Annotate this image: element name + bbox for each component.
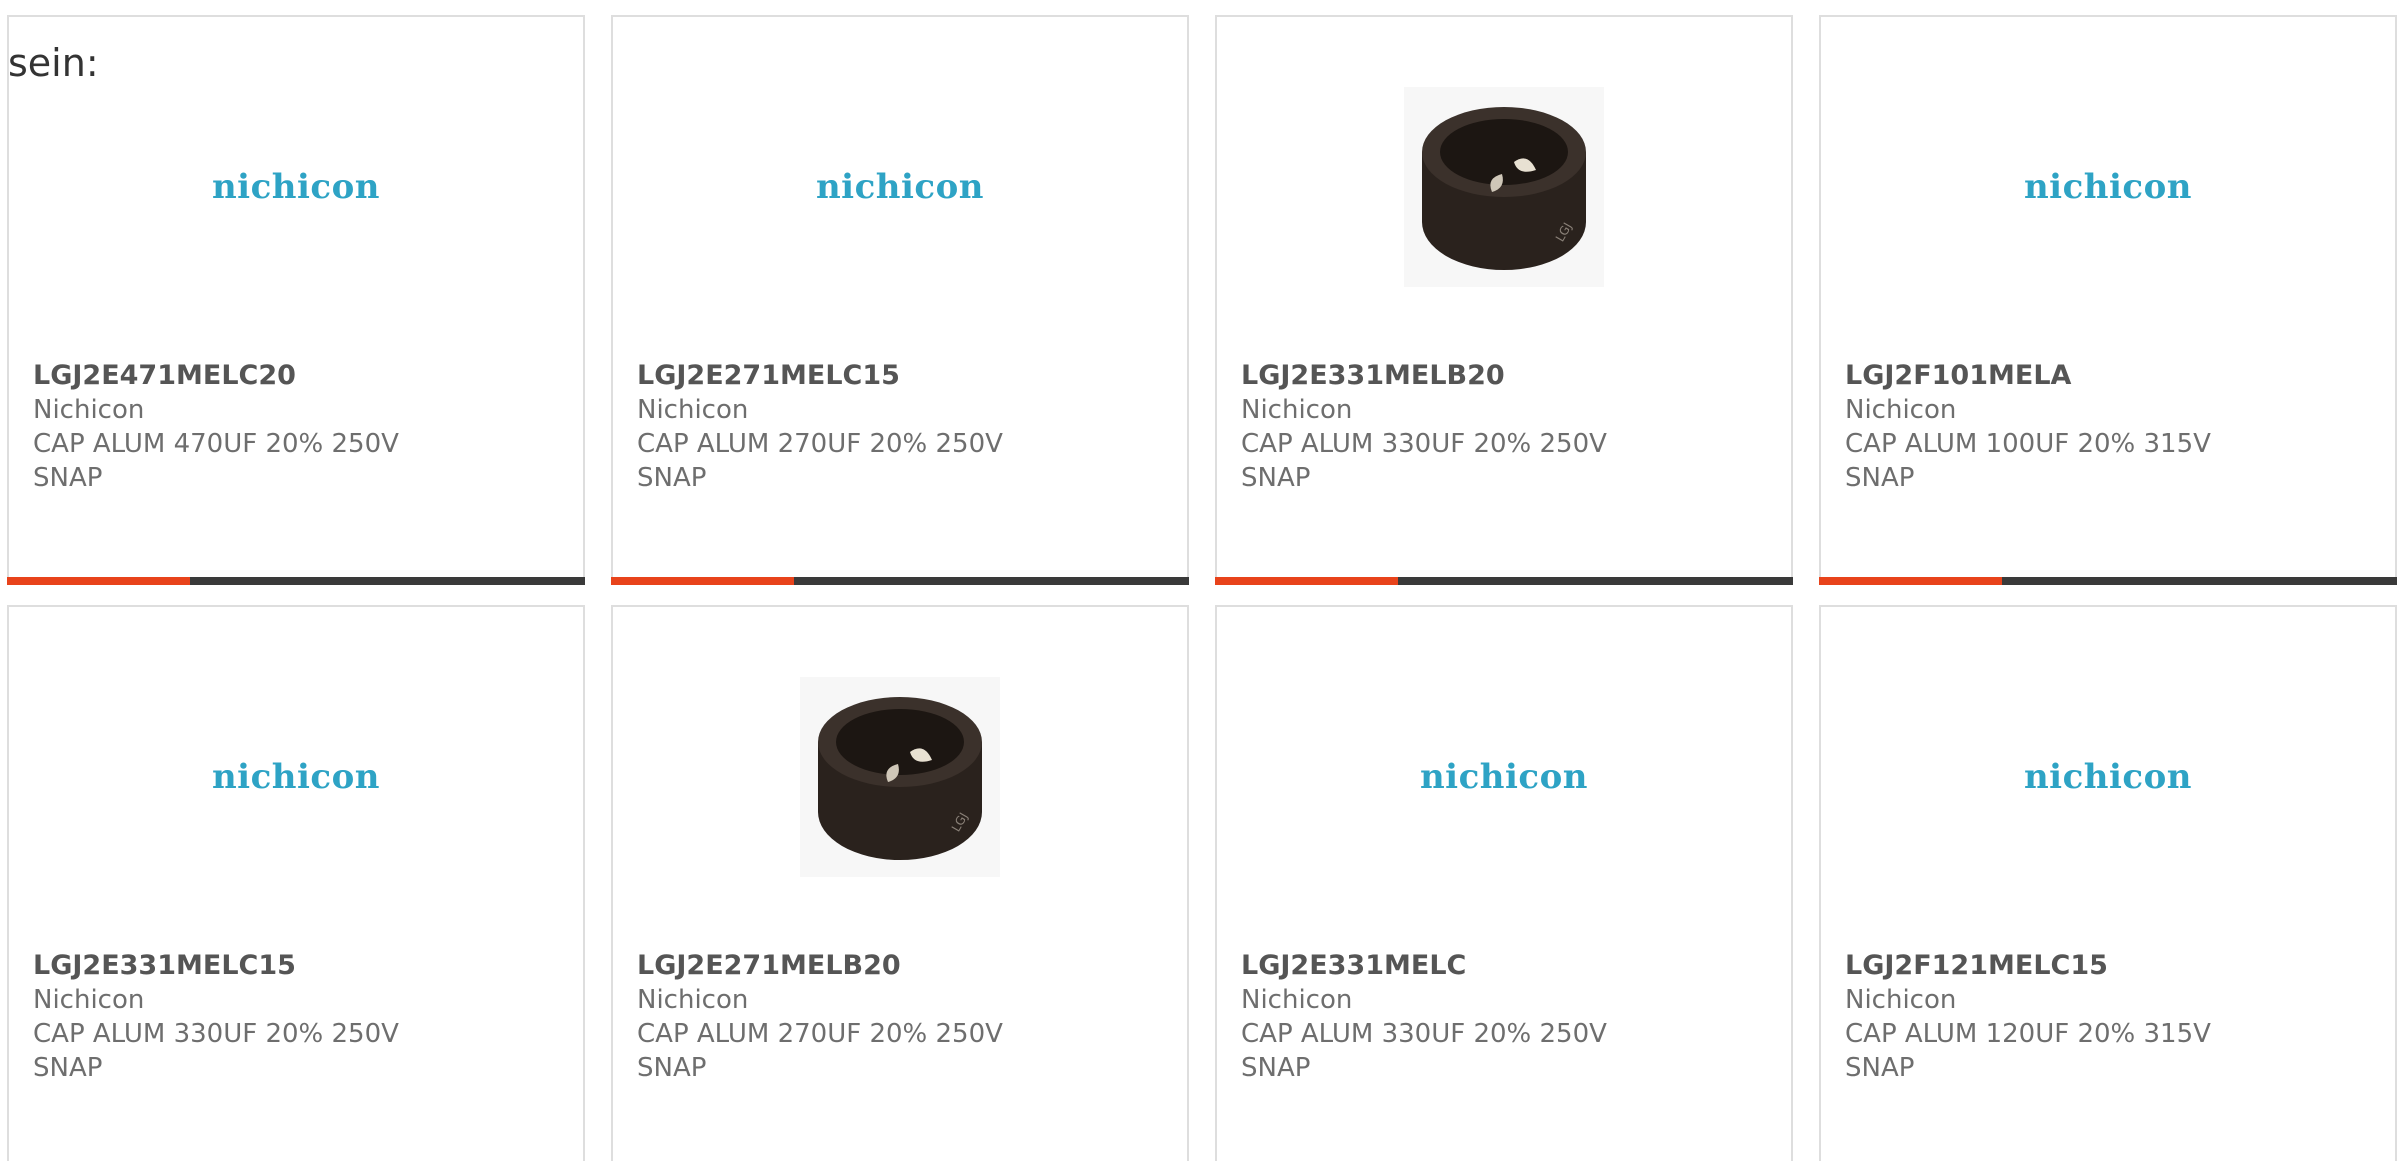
product-card[interactable]: nichicon LGJ2E471MELC20 Nichicon CAP ALU… (7, 15, 585, 585)
product-card[interactable]: nichicon LGJ2F121MELC15 Nichicon CAP ALU… (1819, 605, 2397, 1161)
product-card[interactable]: nichicon LGJ2E331MELC Nichicon CAP ALUM … (1215, 605, 1793, 1161)
capacitor-photo: LGJ (1404, 87, 1604, 287)
product-grid: nichicon LGJ2E471MELC20 Nichicon CAP ALU… (0, 0, 2400, 1161)
part-number-link[interactable]: LGJ2E271MELB20 (637, 949, 1157, 983)
product-info: LGJ2E331MELC Nichicon CAP ALUM 330UF 20%… (1241, 949, 1761, 1085)
product-info: LGJ2E271MELC15 Nichicon CAP ALUM 270UF 2… (637, 359, 1157, 495)
package: SNAP (637, 463, 707, 493)
product-info: LGJ2F121MELC15 Nichicon CAP ALUM 120UF 2… (1845, 949, 2365, 1085)
product-image-area[interactable]: LGJ (613, 667, 1187, 887)
product-card[interactable]: LGJ LGJ2E271MELB20 Nichicon CAP ALUM 270… (611, 605, 1189, 1161)
product-info: LGJ2E471MELC20 Nichicon CAP ALUM 470UF 2… (33, 359, 553, 495)
package: SNAP (33, 1053, 103, 1083)
product-image-area[interactable]: nichicon (9, 77, 583, 297)
nichicon-logo: nichicon (815, 167, 985, 207)
manufacturer: Nichicon (33, 985, 145, 1015)
product-card[interactable]: nichicon LGJ2E271MELC15 Nichicon CAP ALU… (611, 15, 1189, 585)
manufacturer: Nichicon (1241, 985, 1353, 1015)
card-accent-bar (611, 577, 794, 585)
description: CAP ALUM 330UF 20% 250V (1241, 429, 1607, 459)
nichicon-logo: nichicon (1419, 757, 1589, 797)
package: SNAP (637, 1053, 707, 1083)
card-bottom-bar (1819, 577, 2397, 585)
card-accent-bar (1819, 577, 2002, 585)
manufacturer: Nichicon (33, 395, 145, 425)
description: CAP ALUM 120UF 20% 315V (1845, 1019, 2211, 1049)
manufacturer: Nichicon (1845, 985, 1957, 1015)
description: CAP ALUM 100UF 20% 315V (1845, 429, 2211, 459)
manufacturer: Nichicon (637, 395, 749, 425)
description: CAP ALUM 330UF 20% 250V (33, 1019, 399, 1049)
card-bottom-bar (611, 577, 1189, 585)
part-number-link[interactable]: LGJ2E331MELB20 (1241, 359, 1761, 393)
product-card[interactable]: nichicon LGJ2E331MELC15 Nichicon CAP ALU… (7, 605, 585, 1161)
part-number-link[interactable]: LGJ2F101MELA (1845, 359, 2365, 393)
nichicon-logo: nichicon (211, 167, 381, 207)
part-number-link[interactable]: LGJ2E331MELC15 (33, 949, 553, 983)
part-number-link[interactable]: LGJ2E271MELC15 (637, 359, 1157, 393)
package: SNAP (1845, 463, 1915, 493)
package: SNAP (1845, 1053, 1915, 1083)
package: SNAP (1241, 1053, 1311, 1083)
part-number-link[interactable]: LGJ2E331MELC (1241, 949, 1761, 983)
product-image-area[interactable]: nichicon (1821, 667, 2395, 887)
lead-text: sein: (8, 41, 99, 85)
capacitor-photo: LGJ (800, 677, 1000, 877)
description: CAP ALUM 270UF 20% 250V (637, 1019, 1003, 1049)
product-info: LGJ2E331MELB20 Nichicon CAP ALUM 330UF 2… (1241, 359, 1761, 495)
manufacturer: Nichicon (1241, 395, 1353, 425)
card-bottom-bar (1215, 577, 1793, 585)
product-info: LGJ2E331MELC15 Nichicon CAP ALUM 330UF 2… (33, 949, 553, 1085)
product-image-area[interactable]: nichicon (1821, 77, 2395, 297)
card-accent-bar (7, 577, 190, 585)
product-card[interactable]: LGJ LGJ2E331MELB20 Nichicon CAP ALUM 330… (1215, 15, 1793, 585)
package: SNAP (1241, 463, 1311, 493)
product-card[interactable]: nichicon LGJ2F101MELA Nichicon CAP ALUM … (1819, 15, 2397, 585)
part-number-link[interactable]: LGJ2F121MELC15 (1845, 949, 2365, 983)
nichicon-logo: nichicon (2023, 167, 2193, 207)
product-image-area[interactable]: nichicon (613, 77, 1187, 297)
nichicon-logo: nichicon (211, 757, 381, 797)
card-accent-bar (1215, 577, 1398, 585)
package: SNAP (33, 463, 103, 493)
product-image-area[interactable]: LGJ (1217, 77, 1791, 297)
description: CAP ALUM 330UF 20% 250V (1241, 1019, 1607, 1049)
page: sein: nichicon LGJ2E471MELC20 Nichicon C… (0, 0, 2400, 1161)
product-image-area[interactable]: nichicon (9, 667, 583, 887)
manufacturer: Nichicon (1845, 395, 1957, 425)
description: CAP ALUM 270UF 20% 250V (637, 429, 1003, 459)
description: CAP ALUM 470UF 20% 250V (33, 429, 399, 459)
product-info: LGJ2F101MELA Nichicon CAP ALUM 100UF 20%… (1845, 359, 2365, 495)
product-image-area[interactable]: nichicon (1217, 667, 1791, 887)
card-bottom-bar (7, 577, 585, 585)
part-number-link[interactable]: LGJ2E471MELC20 (33, 359, 553, 393)
manufacturer: Nichicon (637, 985, 749, 1015)
product-info: LGJ2E271MELB20 Nichicon CAP ALUM 270UF 2… (637, 949, 1157, 1085)
nichicon-logo: nichicon (2023, 757, 2193, 797)
